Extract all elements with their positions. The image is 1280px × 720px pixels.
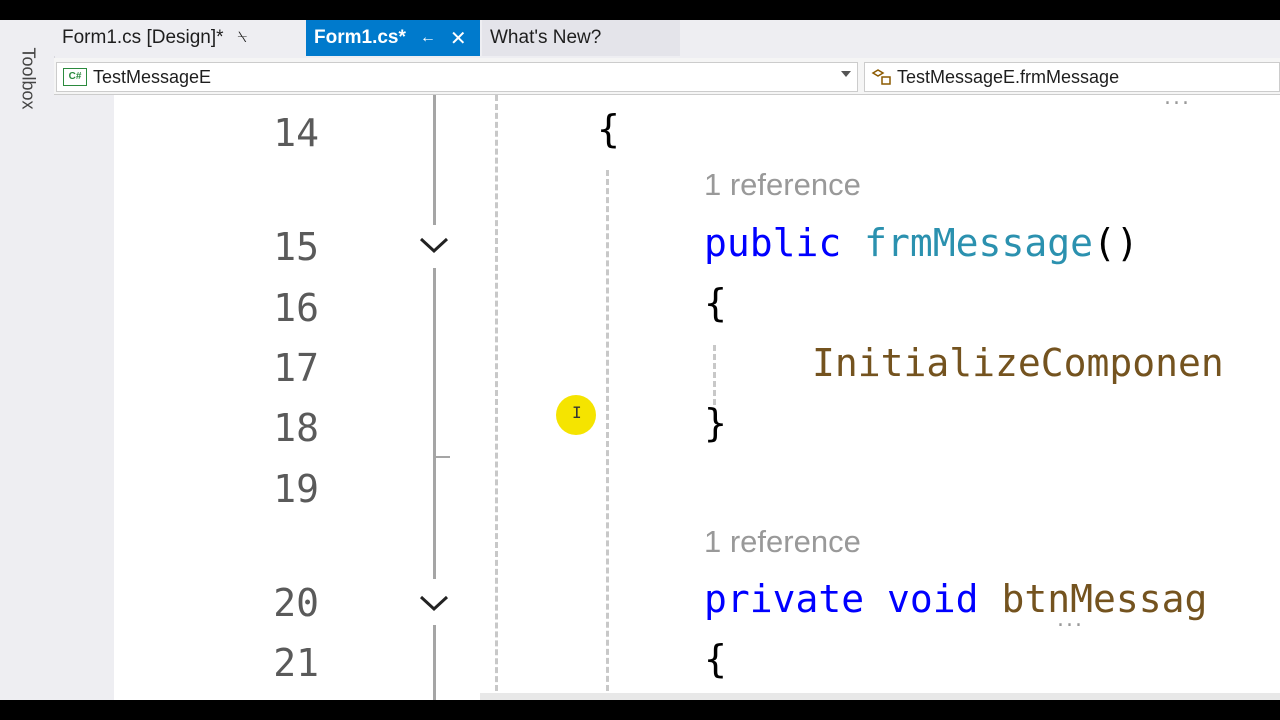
code-line-15: public frmMessage() [704, 221, 1139, 265]
keyword: private [704, 577, 865, 621]
tab-label: Form1.cs [Design]* [62, 27, 224, 48]
tab-label: Form1.cs* [314, 27, 406, 48]
outline-line [433, 625, 436, 700]
pin-icon[interactable]: ⍀ [238, 29, 248, 47]
outline-end-tick [434, 456, 450, 458]
keyword: public [704, 221, 842, 265]
code-parens: () [1092, 221, 1139, 265]
collapsed-code-ellipsis[interactable]: ... [1164, 95, 1191, 110]
outline-line [433, 457, 436, 579]
line-number: 17 [273, 346, 319, 390]
outline-line [433, 95, 436, 225]
line-number: 14 [273, 111, 319, 155]
indent-guide [713, 345, 716, 405]
class-dropdown[interactable]: C# TestMessageE [56, 62, 858, 92]
top-black-bar [0, 0, 1280, 20]
collapse-chevron-icon[interactable] [418, 593, 450, 613]
indent-guide [495, 95, 498, 700]
toolbox-tab[interactable]: Toolbox [18, 44, 39, 114]
bottom-black-bar [0, 700, 1280, 720]
line-number: 21 [273, 641, 319, 685]
editor-margin [54, 95, 114, 700]
keyword: void [887, 577, 979, 621]
code-brace: } [704, 401, 727, 445]
method-name: btnMessag [1001, 577, 1208, 621]
navigation-bar: C# TestMessageE TestMessageE.frmMessage [54, 58, 1280, 95]
document-tabs: Form1.cs [Design]* ⍀ Form1.cs* ← ✕ What'… [54, 20, 1280, 56]
pin-icon[interactable]: ← [420, 29, 436, 47]
member-dropdown-value: TestMessageE.frmMessage [897, 66, 1120, 87]
method-call: InitializeComponen [812, 341, 1224, 385]
outline-line [433, 268, 436, 457]
codelens-references[interactable]: 1 reference [704, 167, 861, 203]
code-brace: { [704, 281, 727, 325]
horizontal-scrollbar[interactable] [480, 693, 1280, 700]
constructor-name: frmMessage [864, 221, 1093, 265]
tab-whats-new[interactable]: What's New? [482, 20, 680, 56]
toolbox-label: Toolbox [18, 47, 39, 110]
indent-guide [606, 170, 609, 700]
line-number: 19 [273, 467, 319, 511]
toolbox-strip: Toolbox [0, 20, 55, 700]
code-editor[interactable]: ... 14 15 16 17 18 19 20 21 { 1 referenc… [54, 95, 1280, 700]
tab-label: What's New? [490, 27, 602, 48]
method-icon [871, 69, 891, 85]
line-number: 20 [273, 581, 319, 625]
ibeam-cursor-icon: I [572, 403, 582, 422]
chevron-down-icon[interactable] [841, 71, 851, 77]
csharp-project-icon: C# [63, 68, 87, 86]
collapse-chevron-icon[interactable] [418, 235, 450, 255]
code-brace: { [704, 637, 727, 681]
suggestion-dots: ... [1057, 607, 1084, 632]
line-number: 18 [273, 406, 319, 450]
visual-studio-window: Toolbox Form1.cs [Design]* ⍀ Form1.cs* ←… [0, 0, 1280, 720]
class-dropdown-value: TestMessageE [93, 66, 212, 87]
code-brace: { [597, 107, 620, 151]
code-line-20: private void btnMessag [704, 577, 1207, 621]
line-number: 16 [273, 286, 319, 330]
tab-form1-code[interactable]: Form1.cs* ← ✕ [306, 20, 480, 56]
line-number: 15 [273, 225, 319, 269]
member-dropdown[interactable]: TestMessageE.frmMessage [864, 62, 1280, 92]
codelens-references[interactable]: 1 reference [704, 524, 861, 560]
tab-form1-design[interactable]: Form1.cs [Design]* ⍀ [54, 20, 304, 56]
close-icon[interactable]: ✕ [450, 26, 467, 51]
